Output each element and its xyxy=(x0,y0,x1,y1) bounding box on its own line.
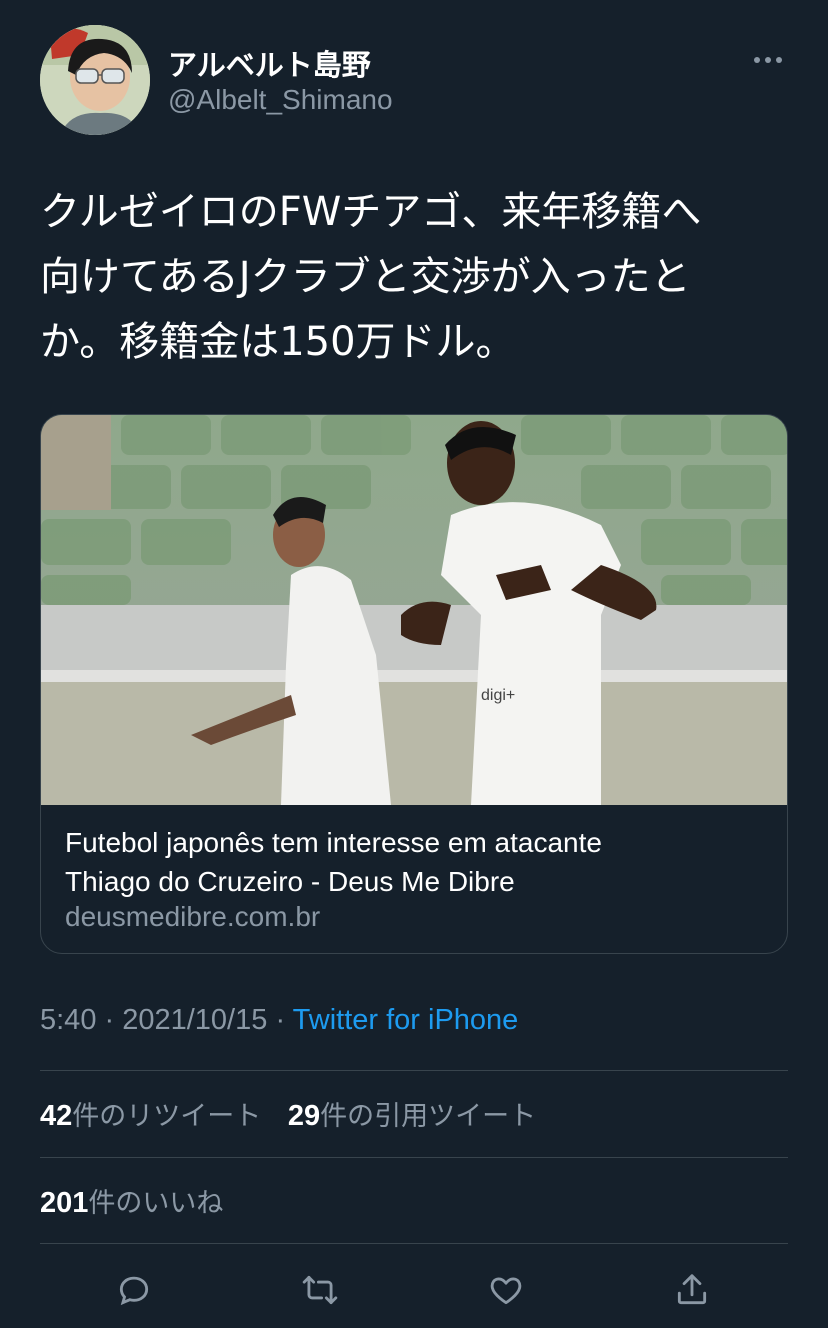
reply-icon[interactable] xyxy=(106,1262,162,1318)
card-domain: deusmedibre.com.br xyxy=(65,901,321,932)
retweet-icon[interactable] xyxy=(292,1262,348,1318)
retweets-stat[interactable]: 42件のリツイート xyxy=(40,1100,262,1132)
card-title-line: Futebol japonês tem interesse em atacant… xyxy=(65,827,602,858)
display-name[interactable]: アルベルト島野 xyxy=(168,42,371,84)
more-dot xyxy=(776,57,782,63)
tweet-date[interactable]: 2021/10/15 xyxy=(122,1004,267,1036)
more-dot xyxy=(754,57,760,63)
action-bar xyxy=(0,1262,828,1318)
share-icon[interactable] xyxy=(664,1262,720,1318)
tweet-source[interactable]: Twitter for iPhone xyxy=(293,1004,519,1036)
likes-row: 201件のいいね xyxy=(40,1181,241,1220)
avatar-image xyxy=(40,25,150,135)
card-title[interactable]: Futebol japonês tem interesse em atacant… xyxy=(65,823,765,901)
likes-label: 件のいいね xyxy=(88,1188,224,1219)
likes-count: 201 xyxy=(40,1187,89,1219)
card-title-line: Thiago do Cruzeiro - Deus Me Dibre xyxy=(65,866,515,897)
quotes-label: 件の引用ツイート xyxy=(320,1101,537,1132)
divider xyxy=(40,1157,788,1158)
like-icon[interactable] xyxy=(478,1262,534,1318)
divider xyxy=(40,1070,788,1071)
retweets-count: 42 xyxy=(40,1100,73,1132)
tweet-text-line: か。移籍金は150万ドル。 xyxy=(40,319,516,365)
avatar[interactable] xyxy=(40,25,150,135)
retweets-label: 件のリツイート xyxy=(72,1101,262,1132)
meta-separator: · xyxy=(96,1004,123,1036)
tweet-text-line: 向けてあるJクラブと交渉が入ったと xyxy=(40,254,691,300)
tweet-text-line: クルゼイロのFWチアゴ、来年移籍へ xyxy=(40,189,702,235)
divider xyxy=(40,1243,788,1244)
card-image: digi+ xyxy=(41,415,787,805)
user-handle[interactable]: @Albelt_Shimano xyxy=(168,84,393,116)
engagement-stats: 42件のリツイート 29件の引用ツイート xyxy=(40,1094,554,1133)
tweet-meta: 5:40 · 2021/10/15 · Twitter for iPhone xyxy=(40,1004,518,1037)
quotes-count: 29 xyxy=(287,1100,321,1132)
quotes-stat[interactable]: 29件の引用ツイート xyxy=(287,1100,537,1132)
likes-stat[interactable]: 201件のいいね xyxy=(40,1187,224,1219)
tweet-text: クルゼイロのFWチアゴ、来年移籍へ 向けてあるJクラブと交渉が入ったと か。移籍… xyxy=(40,180,790,375)
svg-text:digi+: digi+ xyxy=(481,687,515,704)
more-dot xyxy=(765,57,771,63)
link-card[interactable]: digi+ Futebol japonês tem interesse em a… xyxy=(40,414,788,954)
meta-separator: · xyxy=(267,1004,293,1036)
more-icon[interactable] xyxy=(748,46,788,74)
tweet-time[interactable]: 5:40 xyxy=(40,1004,96,1036)
